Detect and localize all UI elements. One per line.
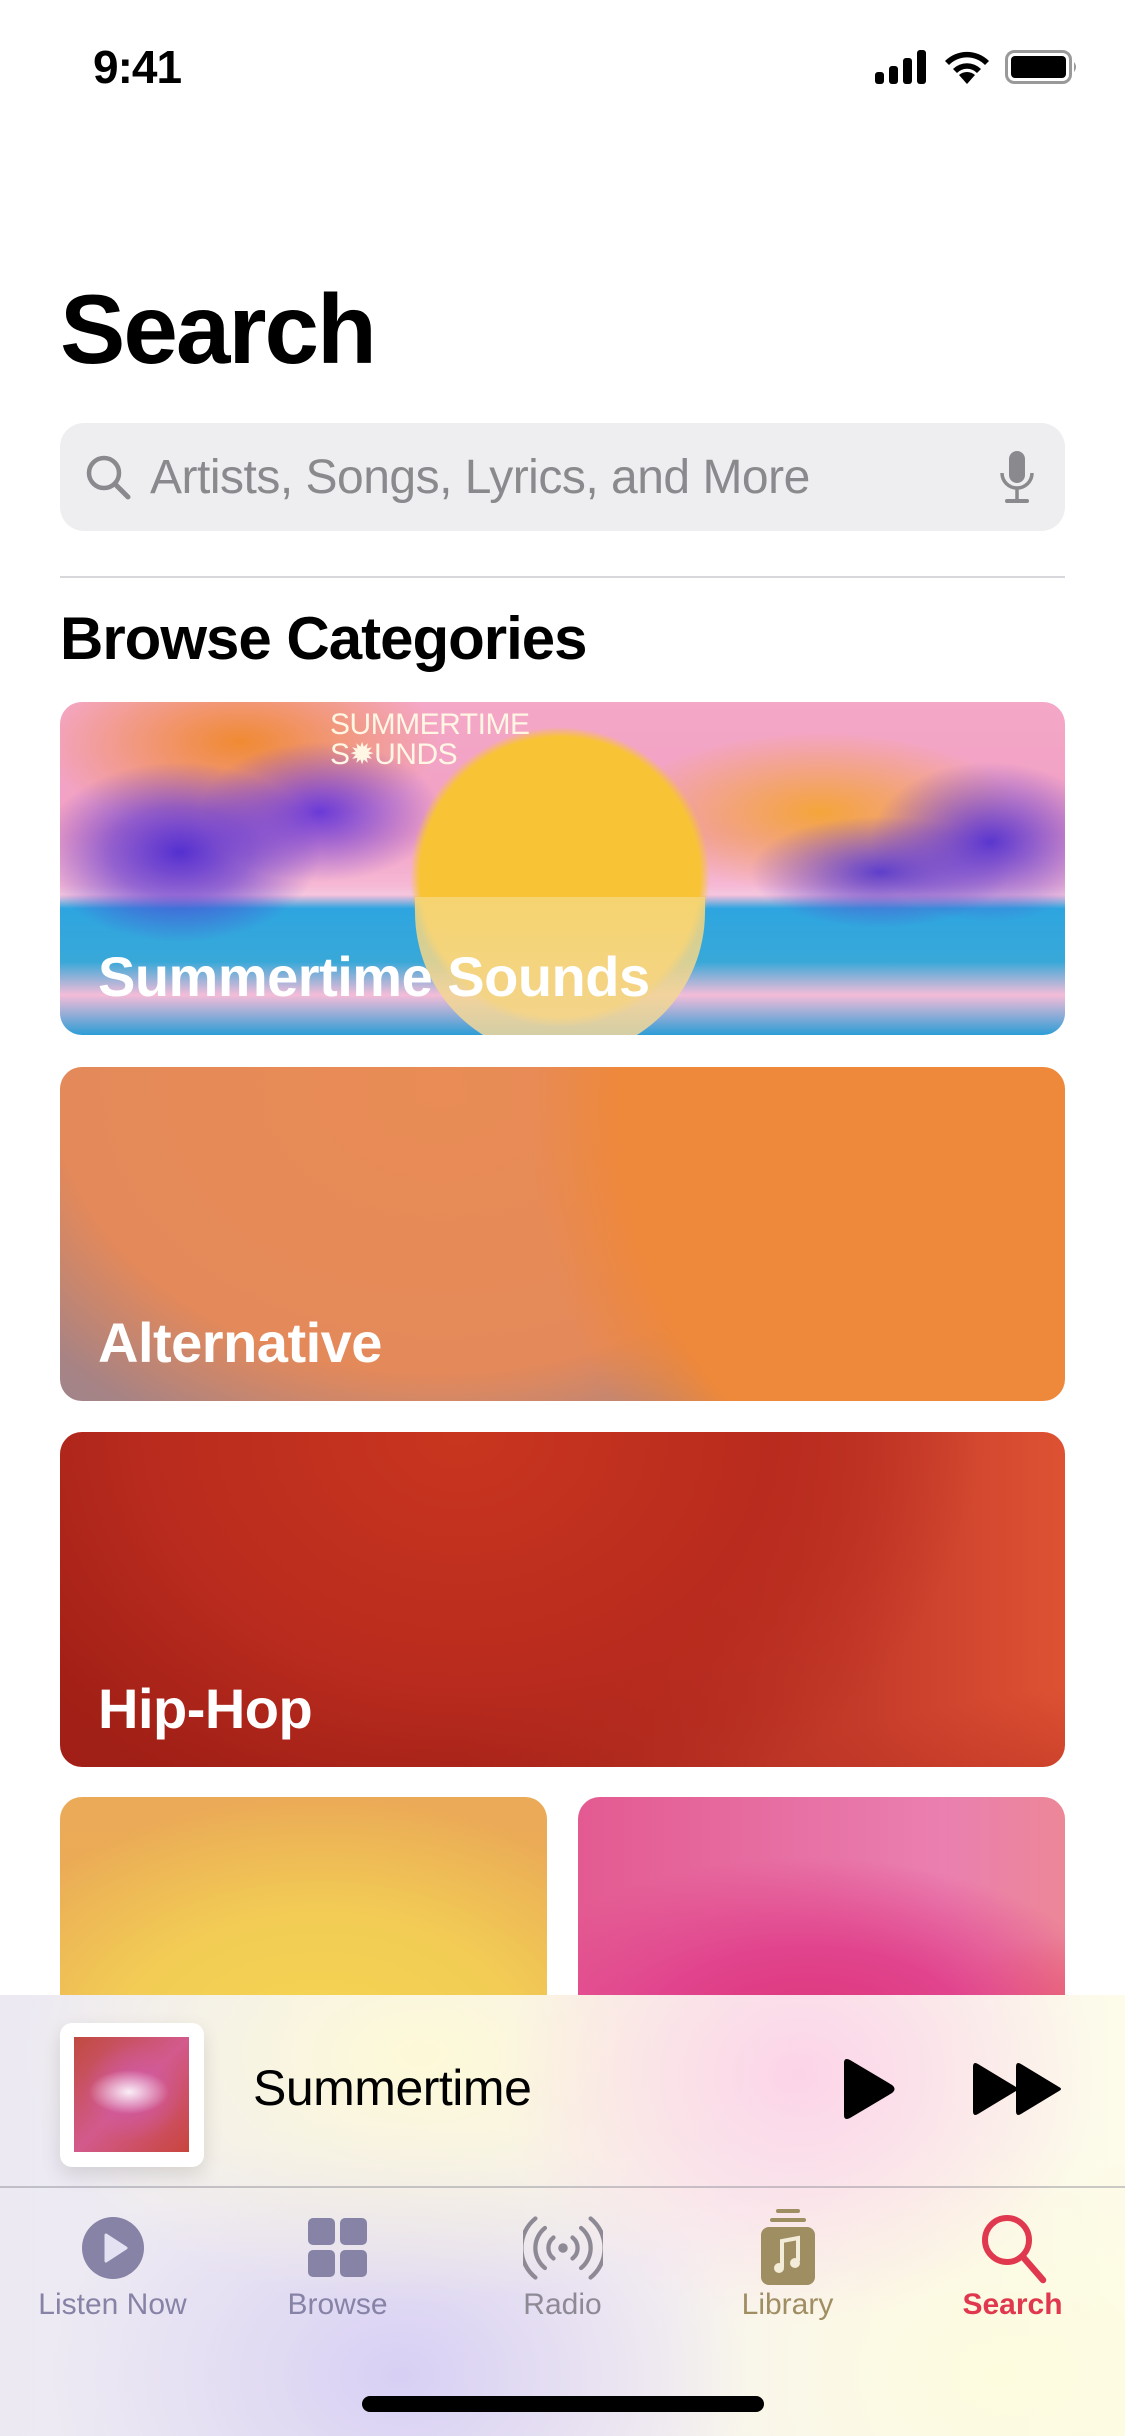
tab-label: Radio bbox=[523, 2288, 602, 2321]
tab-library[interactable]: Library bbox=[675, 2188, 900, 2338]
tab-bar: Listen Now Browse Radio Library Search bbox=[0, 2188, 1125, 2338]
category-label: Alternative bbox=[98, 1311, 382, 1374]
status-time: 9:41 bbox=[93, 41, 182, 93]
browse-grid-icon bbox=[307, 2218, 367, 2277]
microphone-icon[interactable] bbox=[997, 449, 1037, 505]
bottom-chrome: Summertime Listen Now Browse Radio Libra… bbox=[0, 1995, 1125, 2436]
listen-now-icon bbox=[81, 2217, 144, 2279]
magnifying-glass-icon bbox=[86, 455, 131, 500]
status-icons bbox=[875, 50, 1079, 84]
section-divider bbox=[60, 576, 1065, 578]
category-card-hip-hop[interactable]: Hip-Hop bbox=[60, 1432, 1065, 1767]
category-card-alternative[interactable]: Alternative bbox=[60, 1067, 1065, 1401]
tab-browse[interactable]: Browse bbox=[225, 2188, 450, 2338]
now-playing-artwork[interactable] bbox=[60, 2023, 204, 2167]
tab-label: Listen Now bbox=[38, 2288, 187, 2321]
tab-label: Search bbox=[962, 2288, 1063, 2321]
search-field[interactable] bbox=[60, 423, 1065, 531]
logo-line-2: S✹UNDS bbox=[330, 738, 458, 771]
search-input[interactable] bbox=[150, 423, 1010, 531]
mini-player[interactable]: Summertime bbox=[0, 1995, 1125, 2187]
tab-listen-now[interactable]: Listen Now bbox=[0, 2188, 225, 2338]
category-label: Summertime Sounds bbox=[98, 945, 650, 1008]
tab-label: Library bbox=[741, 2288, 834, 2321]
tab-radio[interactable]: Radio bbox=[450, 2188, 675, 2338]
now-playing-title[interactable]: Summertime bbox=[253, 2059, 532, 2117]
page-title: Search bbox=[60, 274, 377, 384]
logo-line-1: SUMMERTIME bbox=[330, 708, 530, 741]
battery-icon bbox=[1005, 50, 1076, 84]
home-indicator[interactable] bbox=[362, 2396, 764, 2412]
search-icon bbox=[981, 2215, 1046, 2284]
category-card-pink[interactable] bbox=[578, 1797, 1065, 2027]
radio-broadcast-icon bbox=[522, 2216, 603, 2280]
status-bar: 9:41 bbox=[0, 0, 1125, 140]
play-icon[interactable] bbox=[838, 2057, 898, 2121]
cellular-signal-icon bbox=[875, 50, 926, 84]
category-card-summertime-sounds[interactable]: SUMMERTIME S✹UNDS Summertime Sounds bbox=[60, 702, 1065, 1035]
tab-search[interactable]: Search bbox=[900, 2188, 1125, 2338]
fast-forward-icon[interactable] bbox=[970, 2061, 1066, 2117]
artwork-image bbox=[74, 2037, 189, 2152]
tab-label: Browse bbox=[287, 2288, 388, 2321]
category-label: Hip-Hop bbox=[98, 1677, 313, 1740]
summertime-sounds-logo: SUMMERTIME S✹UNDS bbox=[330, 708, 530, 771]
library-icon bbox=[760, 2209, 815, 2285]
category-card-yellow[interactable] bbox=[60, 1797, 547, 2027]
wifi-icon bbox=[945, 51, 989, 84]
browse-categories-title: Browse Categories bbox=[60, 605, 588, 672]
